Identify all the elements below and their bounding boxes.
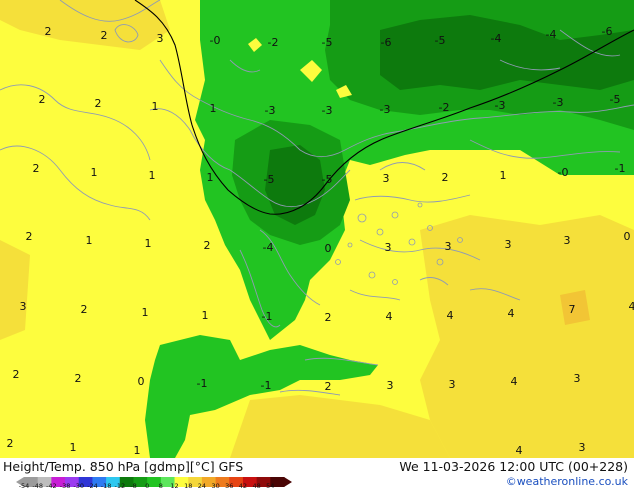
map-value-label: 2 xyxy=(75,372,82,385)
map-value-label: 1 xyxy=(134,444,141,457)
map-value-label: 1 xyxy=(145,237,152,250)
map-value-label: 0 xyxy=(325,242,332,255)
map-value-label: 3 xyxy=(564,234,571,247)
map-value-label: 2 xyxy=(442,171,449,184)
map-area: 2 2 3 -0 -2 -5 -6 -5 -4 -4 -6 2 2 1 1 -3 -3 -3 -2 -3 -3 -5 2 1 1… xyxy=(0,0,634,458)
scale-tick-label: 18 xyxy=(184,482,192,490)
map-value-label: 4 xyxy=(386,310,393,323)
map-value-label: -6 xyxy=(381,36,392,49)
map-value-label: 3 xyxy=(385,241,392,254)
map-value-label: 4 xyxy=(629,300,634,313)
map-value-label: 0 xyxy=(624,230,631,243)
map-value-label: 4 xyxy=(447,309,454,322)
warm-patch-east xyxy=(420,215,634,458)
scale-tick-label: -18 xyxy=(101,482,112,490)
map-value-label: -0 xyxy=(558,166,569,179)
scale-tick-label: -42 xyxy=(46,482,57,490)
color-scale: -54-48-42-38-30-24-18-12 -8 0 8 12 18 24 30 36 42… xyxy=(16,472,292,490)
map-value-label: 3 xyxy=(157,32,164,45)
map-value-label: -0 xyxy=(210,34,221,47)
map-value-label: 2 xyxy=(325,311,332,324)
map-value-label: -4 xyxy=(263,241,274,254)
scale-tick-label: -8 xyxy=(130,482,136,490)
map-value-label: -3 xyxy=(322,104,333,117)
map-value-label: 1 xyxy=(207,171,214,184)
scale-tick-label: -24 xyxy=(87,482,98,490)
temperature-map: 2 2 3 -0 -2 -5 -6 -5 -4 -4 -6 2 2 1 1 -3 -3 -3 -2 -3 -3 -5 2 1 1… xyxy=(0,0,634,458)
map-value-label: 1 xyxy=(500,169,507,182)
map-value-label: 4 xyxy=(508,307,515,320)
map-value-label: 3 xyxy=(445,240,452,253)
map-value-label: 2 xyxy=(325,380,332,393)
map-value-label: 2 xyxy=(13,368,20,381)
map-value-label: -5 xyxy=(610,93,621,106)
map-value-label: -3 xyxy=(380,103,391,116)
scale-tick-label: -30 xyxy=(73,482,84,490)
map-value-label: -2 xyxy=(268,36,279,49)
map-value-label: 3 xyxy=(579,441,586,454)
map-value-label: 1 xyxy=(202,309,209,322)
map-value-label: 3 xyxy=(449,378,456,391)
scale-tick-label: 36 xyxy=(225,482,233,490)
map-value-label: 1 xyxy=(210,102,217,115)
map-value-label: 4 xyxy=(511,375,518,388)
map-value-label: 1 xyxy=(91,166,98,179)
map-footer: Height/Temp. 850 hPa [gdmp][°C] GFS We 1… xyxy=(0,458,634,490)
map-value-label: 3 xyxy=(387,379,394,392)
scale-tick-label: 0 xyxy=(145,482,149,490)
map-value-label: -1 xyxy=(261,379,272,392)
map-value-label: -3 xyxy=(553,96,564,109)
map-value-label: 3 xyxy=(383,172,390,185)
map-value-label: 2 xyxy=(45,25,52,38)
map-value-label: 1 xyxy=(152,100,159,113)
scale-tick-label: -48 xyxy=(32,482,43,490)
map-value-label: 1 xyxy=(86,234,93,247)
scale-arrow-right xyxy=(284,477,292,487)
map-value-label: 2 xyxy=(33,162,40,175)
map-value-label: -1 xyxy=(197,377,208,390)
map-value-label: 2 xyxy=(81,303,88,316)
map-value-label: 1 xyxy=(149,169,156,182)
map-value-label: 1 xyxy=(70,441,77,454)
map-value-label: -4 xyxy=(546,28,557,41)
map-value-label: -3 xyxy=(495,99,506,112)
scale-tick-label: 54 xyxy=(266,482,274,490)
map-value-label: -4 xyxy=(491,32,502,45)
map-value-label: 2 xyxy=(26,230,33,243)
map-value-label: -5 xyxy=(322,36,333,49)
map-value-label: 4 xyxy=(516,444,523,457)
map-value-label: 3 xyxy=(505,238,512,251)
scale-tick-label: 12 xyxy=(170,482,178,490)
map-value-label: -3 xyxy=(265,104,276,117)
map-value-label: -6 xyxy=(602,25,613,38)
map-value-label: -1 xyxy=(262,310,273,323)
map-value-label: -5 xyxy=(435,34,446,47)
map-value-label: 2 xyxy=(95,97,102,110)
map-value-label: 1 xyxy=(142,306,149,319)
map-value-label: -5 xyxy=(264,173,275,186)
map-value-label: 7 xyxy=(569,303,576,316)
map-value-label: 2 xyxy=(204,239,211,252)
map-value-label: -5 xyxy=(322,173,333,186)
map-value-label: -1 xyxy=(615,162,626,175)
scale-tick-label: -38 xyxy=(60,482,71,490)
map-value-label: 0 xyxy=(138,375,145,388)
valid-time: We 11-03-2026 12:00 UTC (00+228) xyxy=(399,459,628,474)
scale-tick-label: -12 xyxy=(114,482,125,490)
scale-tick-label: 48 xyxy=(252,482,260,490)
scale-tick-label: -54 xyxy=(19,482,30,490)
credit-link[interactable]: ©weatheronline.co.uk xyxy=(506,475,628,488)
map-value-label: 2 xyxy=(39,93,46,106)
scale-tick-label: 30 xyxy=(211,482,219,490)
map-value-label: 2 xyxy=(101,29,108,42)
scale-tick-label: 24 xyxy=(198,482,206,490)
map-value-label: 3 xyxy=(20,300,27,313)
map-value-label: 3 xyxy=(574,372,581,385)
scale-tick-label: 42 xyxy=(239,482,247,490)
scale-tick-label: 8 xyxy=(159,482,163,490)
map-value-label: 2 xyxy=(7,437,14,450)
map-value-label: -2 xyxy=(439,101,450,114)
